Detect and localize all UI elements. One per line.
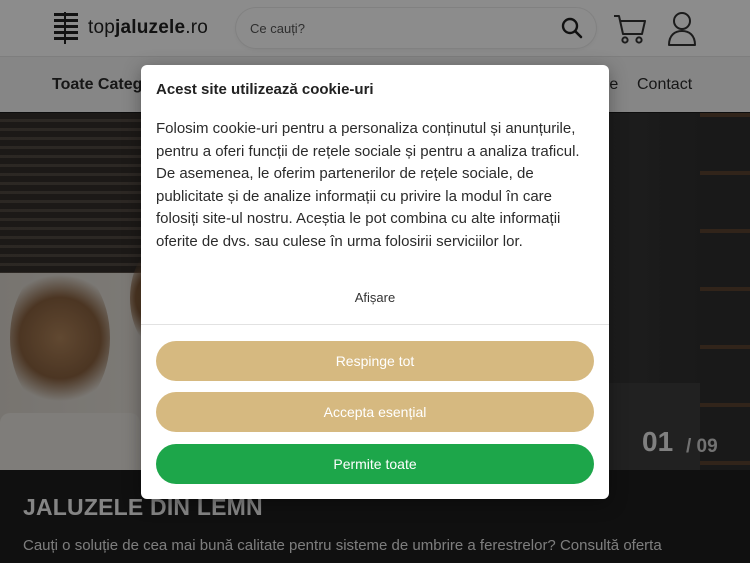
accept-essential-button[interactable]: Accepta esențial <box>156 392 594 432</box>
cookie-consent-dialog: Acest site utilizează cookie-uri Folosim… <box>141 65 609 499</box>
divider <box>141 324 609 325</box>
cookie-dialog-text: Folosim cookie-uri pentru a personaliza … <box>156 120 580 250</box>
cookie-dialog-title: Acest site utilizează cookie-uri <box>156 81 374 98</box>
reject-all-button[interactable]: Respinge tot <box>156 341 594 381</box>
cookie-details-link[interactable]: Afișare <box>141 290 609 305</box>
accept-all-button[interactable]: Permite toate <box>156 444 594 484</box>
